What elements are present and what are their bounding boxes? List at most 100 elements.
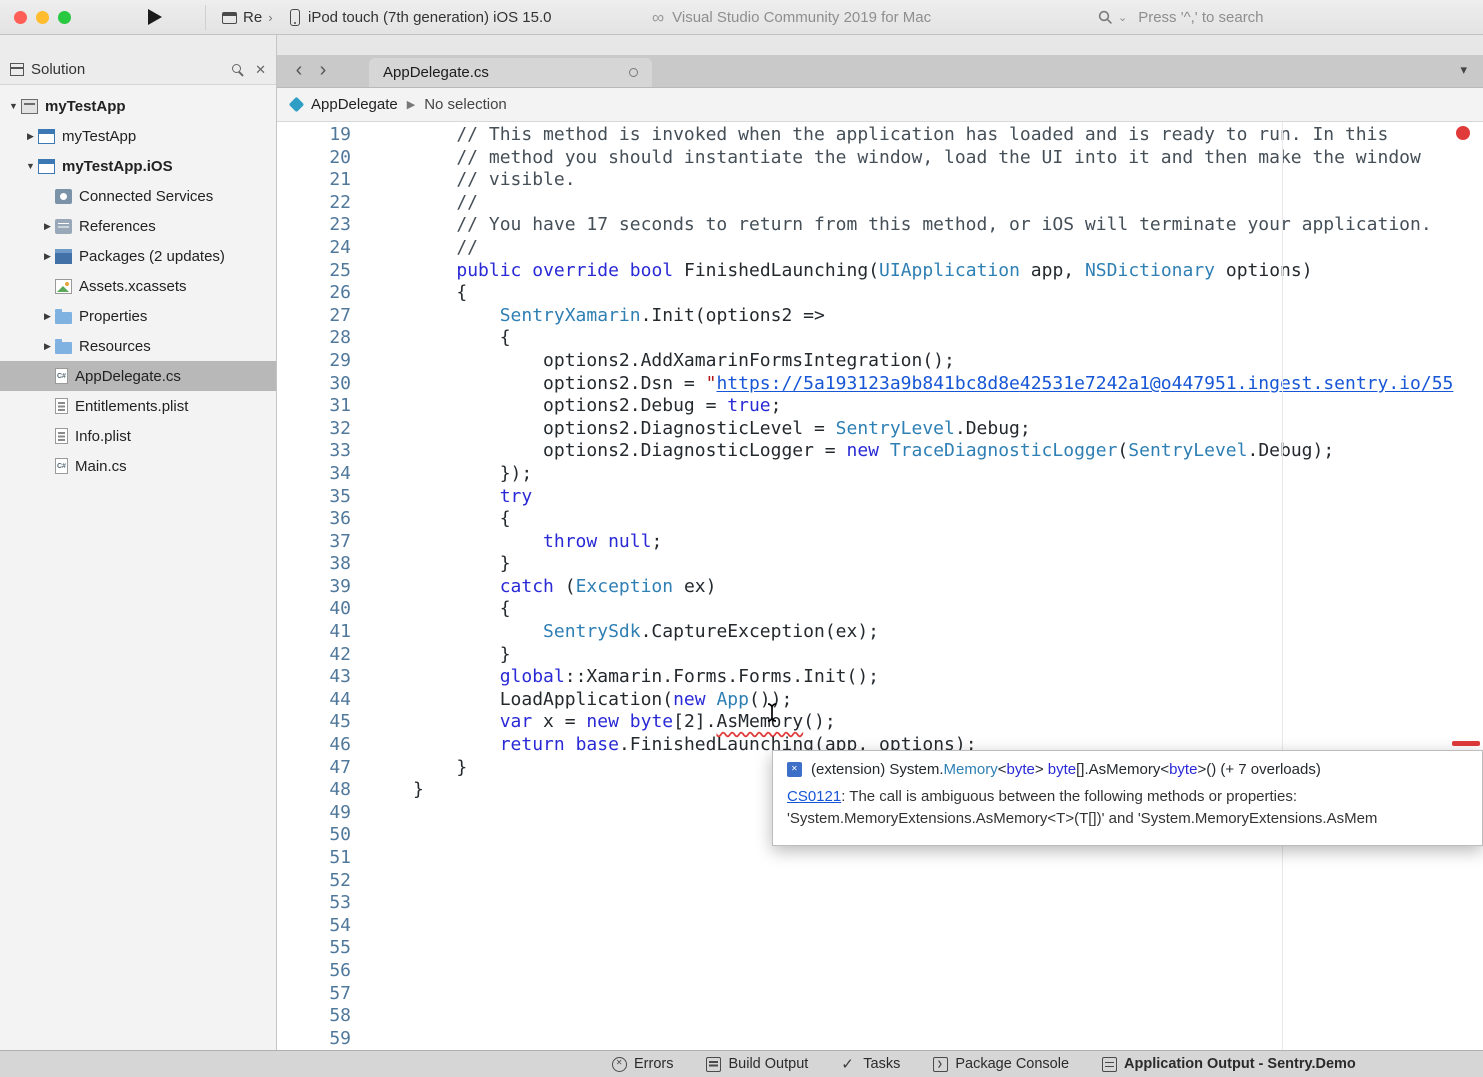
line-number[interactable]: 32 [277,418,351,441]
line-number[interactable]: 39 [277,576,351,599]
line-number[interactable]: 34 [277,463,351,486]
line-number[interactable]: 38 [277,553,351,576]
line-number[interactable]: 44 [277,689,351,712]
line-number[interactable]: 25 [277,260,351,283]
tree-item-mytestapp[interactable]: ▶myTestApp [0,121,276,151]
code-line-53[interactable]: 53 [277,892,1483,915]
line-number[interactable]: 58 [277,1005,351,1028]
disclosure-right-icon[interactable]: ▶ [23,131,38,142]
status-item-build-output[interactable]: Build Output [706,1056,808,1072]
navigate-back-icon[interactable] [287,55,311,87]
code-line-19[interactable]: 19 // This method is invoked when the ap… [277,124,1483,147]
code-line-26[interactable]: 26 { [277,282,1483,305]
line-number[interactable]: 29 [277,350,351,373]
build-configuration-selector[interactable]: Re [222,0,273,35]
tree-item-entitlements-plist[interactable]: Entitlements.plist [0,391,276,421]
line-number[interactable]: 35 [277,486,351,509]
zoom-window-icon[interactable] [58,11,71,24]
line-number[interactable]: 52 [277,870,351,893]
code-line-34[interactable]: 34 }); [277,463,1483,486]
code-line-45[interactable]: 45 var x = new byte[2].AsMemory(); [277,711,1483,734]
run-button[interactable] [148,9,162,25]
error-code-link[interactable]: CS0121 [787,788,841,805]
status-item-errors[interactable]: Errors [612,1056,673,1072]
line-number[interactable]: 50 [277,824,351,847]
device-selector[interactable]: iPod touch (7th generation) iOS 15.0 [290,0,552,35]
line-number[interactable]: 31 [277,395,351,418]
code-line-44[interactable]: 44 LoadApplication(new App()); [277,689,1483,712]
line-number[interactable]: 37 [277,531,351,554]
breadcrumb-class[interactable]: AppDelegate [311,96,398,113]
code-line-20[interactable]: 20 // method you should instantiate the … [277,147,1483,170]
code-line-38[interactable]: 38 } [277,553,1483,576]
tree-item-references[interactable]: ▶References [0,211,276,241]
line-number[interactable]: 57 [277,983,351,1006]
status-item-package-console[interactable]: Package Console [933,1056,1069,1072]
code-line-55[interactable]: 55 [277,937,1483,960]
line-number[interactable]: 42 [277,644,351,667]
code-line-28[interactable]: 28 { [277,327,1483,350]
line-number[interactable]: 21 [277,169,351,192]
line-number[interactable]: 45 [277,711,351,734]
code-line-57[interactable]: 57 [277,983,1483,1006]
tree-item-info-plist[interactable]: Info.plist [0,421,276,451]
code-line-41[interactable]: 41 SentrySdk.CaptureException(ex); [277,621,1483,644]
line-number[interactable]: 51 [277,847,351,870]
tab-appdelegate[interactable]: AppDelegate.cs [369,58,652,87]
code-line-59[interactable]: 59 [277,1028,1483,1050]
code-line-37[interactable]: 37 throw null; [277,531,1483,554]
code-line-21[interactable]: 21 // visible. [277,169,1483,192]
tree-item-resources[interactable]: ▶Resources [0,331,276,361]
line-number[interactable]: 49 [277,802,351,825]
disclosure-right-icon[interactable]: ▶ [40,341,55,352]
line-number[interactable]: 22 [277,192,351,215]
line-number[interactable]: 27 [277,305,351,328]
tree-item-connected-services[interactable]: Connected Services [0,181,276,211]
code-line-52[interactable]: 52 [277,870,1483,893]
close-pad-icon[interactable] [255,62,266,78]
disclosure-right-icon[interactable]: ▶ [40,311,55,322]
code-line-32[interactable]: 32 options2.DiagnosticLevel = SentryLeve… [277,418,1483,441]
line-number[interactable]: 56 [277,960,351,983]
line-number[interactable]: 30 [277,373,351,396]
line-number[interactable]: 24 [277,237,351,260]
disclosure-right-icon[interactable]: ▶ [40,221,55,232]
tree-item-properties[interactable]: ▶Properties [0,301,276,331]
line-number[interactable]: 33 [277,440,351,463]
code-line-30[interactable]: 30 options2.Dsn = "https://5a193123a9b84… [277,373,1483,396]
code-line-24[interactable]: 24 // [277,237,1483,260]
code-line-56[interactable]: 56 [277,960,1483,983]
line-number[interactable]: 43 [277,666,351,689]
status-item-app-output[interactable]: Application Output - Sentry.Demo [1102,1056,1356,1072]
line-number[interactable]: 55 [277,937,351,960]
breadcrumb-selection[interactable]: No selection [424,96,507,113]
line-number[interactable]: 48 [277,779,351,802]
line-number[interactable]: 28 [277,327,351,350]
code-line-22[interactable]: 22 // [277,192,1483,215]
disclosure-down-icon[interactable]: ▼ [6,101,21,111]
code-line-51[interactable]: 51 [277,847,1483,870]
line-number[interactable]: 40 [277,598,351,621]
code-line-40[interactable]: 40 { [277,598,1483,621]
navigate-forward-icon[interactable] [311,55,335,87]
code-line-23[interactable]: 23 // You have 17 seconds to return from… [277,214,1483,237]
line-number[interactable]: 54 [277,915,351,938]
code-line-42[interactable]: 42 } [277,644,1483,667]
tree-item-mytestapp-ios[interactable]: ▼myTestApp.iOS [0,151,276,181]
tab-list-dropdown-icon[interactable] [1460,62,1467,78]
tree-item-mytestapp[interactable]: ▼myTestApp [0,91,276,121]
line-number[interactable]: 47 [277,757,351,780]
code-line-29[interactable]: 29 options2.AddXamarinFormsIntegration()… [277,350,1483,373]
code-line-35[interactable]: 35 try [277,486,1483,509]
tree-item-packages-2-updates-[interactable]: ▶Packages (2 updates) [0,241,276,271]
line-number[interactable]: 53 [277,892,351,915]
line-number[interactable]: 41 [277,621,351,644]
line-number[interactable]: 26 [277,282,351,305]
line-number[interactable]: 46 [277,734,351,757]
code-line-58[interactable]: 58 [277,1005,1483,1028]
pin-pad-icon[interactable] [232,64,243,75]
close-window-icon[interactable] [14,11,27,24]
tree-item-assets-xcassets[interactable]: Assets.xcassets [0,271,276,301]
code-line-27[interactable]: 27 SentryXamarin.Init(options2 => [277,305,1483,328]
code-line-39[interactable]: 39 catch (Exception ex) [277,576,1483,599]
